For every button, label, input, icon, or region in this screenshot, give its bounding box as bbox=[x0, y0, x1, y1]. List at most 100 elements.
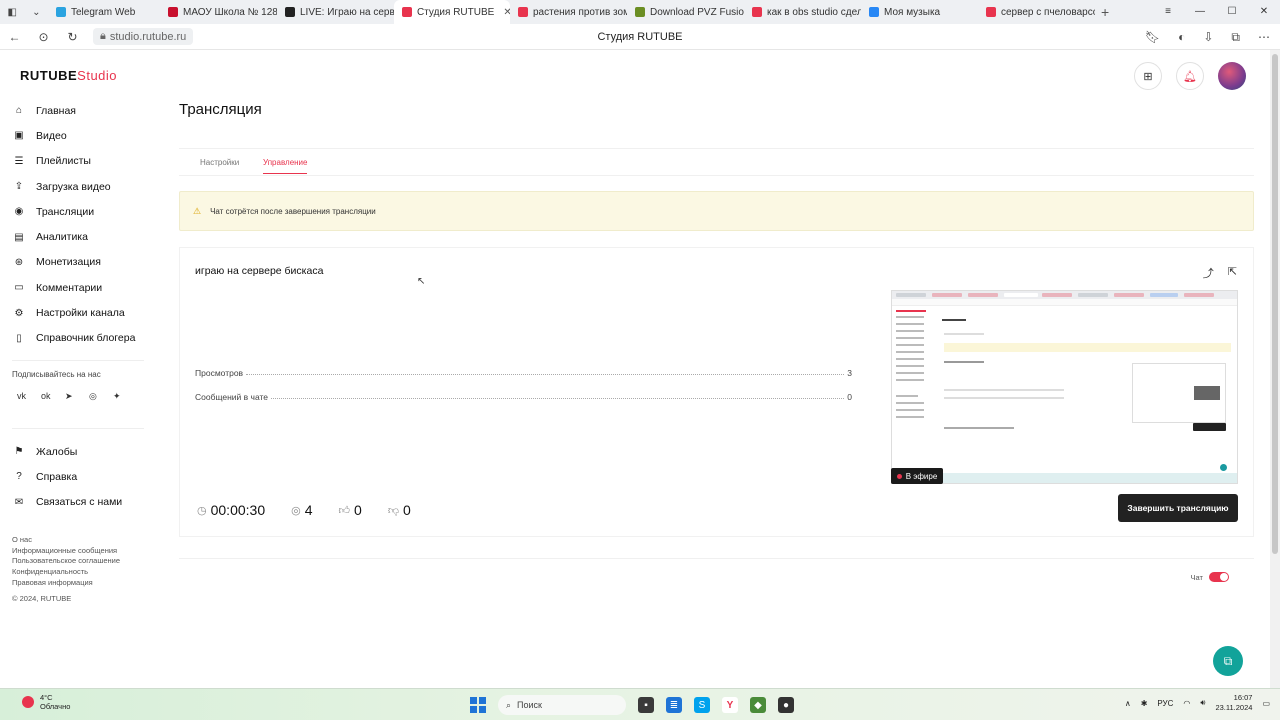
maximize-icon[interactable]: ☐ bbox=[1216, 0, 1248, 24]
notepad-icon[interactable]: ≣ bbox=[666, 697, 682, 713]
sidebar-item-label: Настройки канала bbox=[36, 307, 125, 320]
page-scrollbar[interactable] bbox=[1270, 50, 1280, 688]
footer-link[interactable]: Правовая информация bbox=[12, 578, 147, 589]
search-icon: ⌕ bbox=[506, 699, 512, 710]
search-placeholder: Поиск bbox=[517, 700, 542, 710]
sidebar-item[interactable]: ⇪ Загрузка видео bbox=[12, 174, 147, 199]
obs-icon[interactable]: ● bbox=[778, 697, 794, 713]
language-indicator[interactable]: РУС bbox=[1157, 699, 1173, 708]
social-links: vk ok ➤ ◎ ✦ bbox=[12, 391, 147, 402]
browser-tab[interactable]: Download PVZ Fusion bbox=[627, 0, 744, 24]
reload-button[interactable]: ↻ bbox=[58, 30, 87, 44]
task-view-icon[interactable]: ▪ bbox=[638, 697, 654, 713]
book-icon: ▯ bbox=[16, 332, 22, 344]
zen-icon[interactable]: ✦ bbox=[108, 391, 132, 402]
viber-icon[interactable]: ◎ bbox=[84, 391, 108, 402]
sidebar-item[interactable]: ▣ Видео bbox=[12, 123, 147, 148]
end-stream-button[interactable]: Завершить трансляцию bbox=[1118, 494, 1238, 522]
sidebar-divider bbox=[12, 427, 144, 429]
skype-icon[interactable]: S bbox=[694, 697, 710, 713]
browser-tab[interactable]: Моя музыка bbox=[861, 0, 978, 24]
footer-link[interactable]: О нас bbox=[12, 535, 147, 546]
collections-icon[interactable]: ⧉ bbox=[1231, 30, 1240, 45]
chat-toggle-switch[interactable] bbox=[1209, 572, 1229, 582]
views-stat: Просмотров 3 bbox=[195, 368, 852, 378]
bookmark-icon[interactable]: 🔖︎ bbox=[1145, 30, 1160, 44]
sidebar-toggle-icon[interactable]: ◧ bbox=[8, 7, 17, 18]
browser-tab[interactable]: Студия RUTUBE ✕ bbox=[394, 0, 510, 24]
browser-tab-label: Моя музыка bbox=[884, 6, 941, 18]
close-window-icon[interactable]: ✕ bbox=[1248, 0, 1280, 24]
close-tab-icon[interactable]: ✕ bbox=[503, 7, 510, 18]
sidebar-item[interactable]: ▯ Справочник блогера bbox=[12, 326, 147, 351]
sidebar-item[interactable]: ◉ Трансляции bbox=[12, 199, 147, 224]
ok-icon[interactable]: ok bbox=[36, 391, 60, 402]
tab-manage[interactable]: Управление bbox=[263, 158, 308, 174]
yandex-browser-icon[interactable]: Y bbox=[722, 697, 738, 713]
browser-tab[interactable]: Telegram Web bbox=[48, 0, 160, 24]
address-bar-actions: 🔖︎ ◐ ⇩ ⧉ ⋯ bbox=[1145, 24, 1270, 50]
chat-toggle[interactable]: Чат bbox=[1191, 572, 1229, 582]
sidebar-item[interactable]: ⊛ Монетизация bbox=[12, 250, 147, 275]
yandex-icon[interactable]: ⊙ bbox=[29, 30, 58, 44]
copyright-text: © 2024, RUTUBE bbox=[12, 593, 72, 603]
share-icon[interactable]: ⤴ bbox=[1203, 265, 1214, 281]
minecraft-icon[interactable]: ◆ bbox=[750, 697, 766, 713]
tab-settings[interactable]: Настройки bbox=[200, 158, 239, 167]
sidebar-item[interactable]: ⚑ Жалобы bbox=[12, 439, 147, 464]
scrollbar-thumb[interactable] bbox=[1272, 54, 1278, 554]
url-field[interactable]: 🔒︎ studio.rutube.ru bbox=[93, 28, 194, 45]
extensions-icon[interactable]: ◐ bbox=[1178, 30, 1185, 44]
stream-preview[interactable] bbox=[891, 290, 1238, 484]
minimize-icon[interactable]: — bbox=[1184, 0, 1216, 24]
sidebar-item[interactable]: ⌂ Главная bbox=[12, 98, 147, 123]
likes-value: 0 bbox=[354, 502, 362, 518]
sidebar-item-label: Аналитика bbox=[36, 231, 88, 244]
logo-sub-text: Studio bbox=[77, 68, 118, 83]
clock[interactable]: 16:07 23.11.2024 bbox=[1215, 693, 1252, 713]
footer-link[interactable]: Информационные сообщения bbox=[12, 546, 147, 557]
taskbar-search[interactable]: ⌕ Поиск bbox=[498, 695, 626, 715]
rutube-studio-logo[interactable]: RUTUBEStudio bbox=[20, 68, 117, 83]
telegram-icon[interactable]: ➤ bbox=[60, 391, 84, 402]
wifi-icon[interactable]: ◠ bbox=[1183, 699, 1190, 708]
sidebar-item[interactable]: ⚙ Настройки канала bbox=[12, 300, 147, 325]
restore-icon[interactable]: ≡ bbox=[1152, 0, 1184, 24]
tab-list-icon[interactable]: ⌄ bbox=[32, 7, 40, 18]
tray-overflow-icon[interactable]: ∧ bbox=[1125, 699, 1131, 708]
browser-tab[interactable]: как в obs studio сдел bbox=[744, 0, 861, 24]
open-external-icon[interactable]: ⇱ bbox=[1228, 265, 1237, 281]
back-button[interactable]: ← bbox=[0, 30, 29, 44]
sidebar-item-label: Трансляции bbox=[36, 205, 95, 218]
vk-icon[interactable]: vk bbox=[12, 391, 36, 402]
footer-link[interactable]: Конфиденциальность bbox=[12, 567, 147, 578]
weather-widget[interactable]: 4°C Облачно bbox=[22, 693, 70, 711]
tab-favicon-icon bbox=[986, 7, 996, 17]
sidebar-item[interactable]: ▭ Комментарии bbox=[12, 275, 147, 300]
downloads-icon[interactable]: ⇩ bbox=[1203, 30, 1213, 44]
chat-messages-stat: Сообщений в чате 0 bbox=[195, 392, 852, 402]
sidebar-divider bbox=[12, 359, 144, 361]
browser-tab[interactable]: сервер с пчеловарсо bbox=[978, 0, 1095, 24]
menu-icon[interactable]: ⋯ bbox=[1258, 30, 1270, 44]
sidebar-item-label: Справочник блогера bbox=[36, 332, 136, 345]
sidebar-item-label: Связаться с нами bbox=[36, 496, 123, 509]
browser-tab[interactable]: МАОУ Школа № 128 bbox=[160, 0, 277, 24]
notifications-icon[interactable]: ▭ bbox=[1262, 699, 1270, 708]
sidebar-item[interactable]: ☰ Плейлисты bbox=[12, 149, 147, 174]
volume-icon[interactable]: 🔊︎ bbox=[1200, 698, 1205, 708]
live-label: В эфире bbox=[905, 471, 938, 481]
footer-link[interactable]: Пользовательское соглашение bbox=[12, 556, 147, 567]
support-chat-icon[interactable]: ⧉ bbox=[1213, 646, 1243, 676]
sidebar-item[interactable]: ✉ Связаться с нами bbox=[12, 490, 147, 515]
sidebar-item[interactable]: ? Справка bbox=[12, 464, 147, 489]
browser-tab[interactable]: LIVE: Играю на серве bbox=[277, 0, 394, 24]
preview-browser-tabs bbox=[892, 291, 1237, 299]
sidebar-item[interactable]: ▤ Аналитика bbox=[12, 224, 147, 249]
start-menu-icon[interactable] bbox=[470, 697, 486, 713]
browser-tab[interactable]: растения против зом bbox=[510, 0, 627, 24]
live-badge: В эфире bbox=[891, 468, 943, 484]
bluetooth-icon[interactable]: ✱ bbox=[1141, 699, 1148, 708]
new-tab-button[interactable]: + bbox=[1101, 4, 1109, 20]
tab-favicon-icon bbox=[56, 7, 66, 17]
